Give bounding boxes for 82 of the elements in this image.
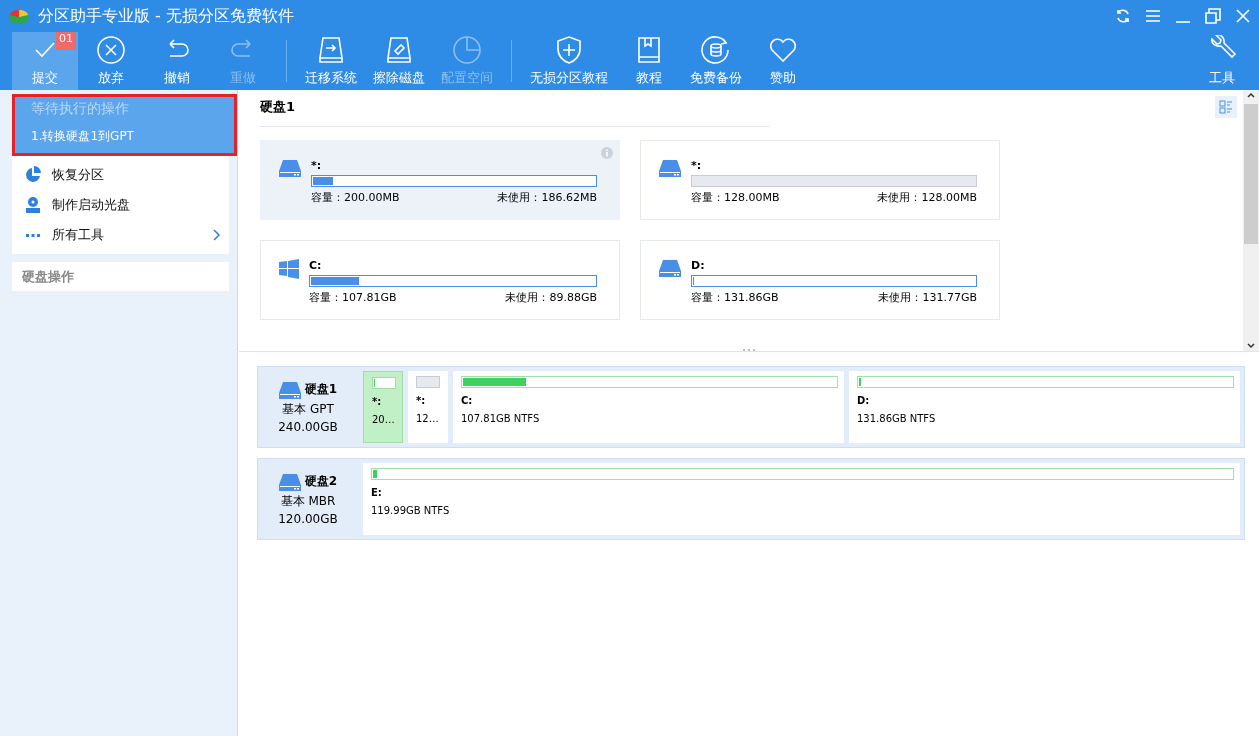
toolbar-button[interactable]: 撤销 <box>144 32 210 90</box>
partition-info: 119.99GB NTFS <box>371 505 451 516</box>
scroll-up-icon[interactable] <box>1246 90 1256 100</box>
toolbar-button[interactable]: 迁移系统 <box>297 32 365 90</box>
restore-icon[interactable] <box>1205 8 1221 24</box>
menu-icon[interactable] <box>1145 8 1161 24</box>
free-space-label: 未使用：186.62MB <box>497 190 597 205</box>
drive-arrow-icon <box>316 35 346 65</box>
windows-logo-icon <box>279 259 299 279</box>
pie-chart-icon <box>452 35 482 65</box>
toolbar-button[interactable]: 赞助 <box>750 32 816 90</box>
disk-type: 基本 GPT <box>282 400 334 418</box>
partition-info: 131.86GB NTFS <box>857 413 937 424</box>
partition-card[interactable]: D: 容量：131.86GB 未使用：131.77GB <box>640 240 1000 320</box>
more-icon <box>26 233 40 237</box>
partition-name: C: <box>461 395 474 406</box>
heart-icon <box>768 35 798 65</box>
free-space-label: 未使用：128.00MB <box>877 190 977 205</box>
partition-name: D: <box>691 259 706 272</box>
disk-name[interactable]: 硬盘1 <box>304 381 338 398</box>
info-icon[interactable] <box>601 147 613 159</box>
drive-icon <box>278 472 301 491</box>
partition-name: *: <box>691 159 703 172</box>
toolbar-button[interactable]: 擦除磁盘 <box>365 32 433 90</box>
toolbar-button[interactable]: 工具 <box>1189 32 1255 90</box>
usage-bar <box>416 376 440 388</box>
sidebar-item[interactable]: 恢复分区 <box>12 160 229 190</box>
capacity-label: 容量：200.00MB <box>311 190 400 205</box>
scrollbar[interactable] <box>1243 90 1259 351</box>
pie-chart-icon <box>24 166 42 184</box>
capacity-label: 容量：128.00MB <box>691 190 780 205</box>
partition-name: *: <box>372 396 383 407</box>
disc-drive-icon <box>24 196 42 214</box>
splitter-grip-icon[interactable] <box>742 348 756 352</box>
drive-icon <box>278 380 301 399</box>
partition-name: *: <box>416 395 427 406</box>
sidebar-item[interactable]: 所有工具 <box>12 220 229 250</box>
disk-size: 240.00GB <box>278 419 338 434</box>
sidebar-item[interactable]: 制作启动光盘 <box>12 190 229 220</box>
partition-name: D: <box>857 395 871 406</box>
partition-block[interactable]: C: 107.81GB NTFS <box>453 371 844 443</box>
partition-block[interactable]: E: 119.99GB NTFS <box>363 463 1240 535</box>
partition-info: 20… <box>372 414 396 425</box>
partition-info: 107.81GB NTFS <box>461 413 541 424</box>
cancel-icon <box>96 35 126 65</box>
toolbar-button[interactable]: 无损分区教程 <box>522 32 616 90</box>
free-space-label: 未使用：131.77GB <box>878 290 977 305</box>
partition-name: C: <box>309 259 323 272</box>
drive-icon <box>659 259 681 277</box>
partition-info: 12… <box>416 413 440 424</box>
close-icon[interactable] <box>1235 8 1251 24</box>
partition-name: *: <box>311 159 323 172</box>
app-logo-icon <box>8 7 30 25</box>
partition-block[interactable]: D: 131.86GB NTFS <box>849 371 1240 443</box>
refresh-icon[interactable] <box>1115 8 1131 24</box>
shield-icon <box>554 35 584 65</box>
partition-card[interactable]: *: 容量：200.00MB 未使用：186.62MB <box>260 140 620 220</box>
eraser-drive-icon <box>384 35 414 65</box>
disk-name[interactable]: 硬盘2 <box>304 473 338 490</box>
partition-block[interactable]: *: 20… <box>363 371 403 443</box>
disk-type: 基本 MBR <box>280 492 336 510</box>
partition-card[interactable]: *: 容量：128.00MB 未使用：128.00MB <box>640 140 1000 220</box>
panel-title: 等待执行的操作 <box>31 100 130 118</box>
window-title: 分区助手专业版 - 无损分区免费软件 <box>38 5 295 27</box>
free-space-label: 未使用：89.88GB <box>505 290 597 305</box>
disk-title: 硬盘1 <box>260 98 770 127</box>
capacity-label: 容量：107.81GB <box>309 290 397 305</box>
partition-name: E: <box>371 487 383 498</box>
toolbar-button[interactable]: 教程 <box>616 32 682 90</box>
section-header[interactable]: 硬盘操作 <box>12 262 229 291</box>
partition-card[interactable]: C: 容量：107.81GB 未使用：89.88GB <box>260 240 620 320</box>
drive-icon <box>659 159 681 177</box>
toolbar-button[interactable]: 免费备份 <box>682 32 750 90</box>
drive-icon <box>279 159 301 177</box>
count-badge: 01 <box>56 32 76 50</box>
list-view-icon[interactable] <box>1215 96 1237 118</box>
capacity-label: 容量：131.86GB <box>691 290 779 305</box>
toolbar-button[interactable]: 放弃 <box>78 32 144 90</box>
scroll-down-icon[interactable] <box>1246 341 1256 351</box>
partition-block[interactable]: *: 12… <box>408 371 448 443</box>
disk-size: 120.00GB <box>278 511 338 526</box>
backup-icon <box>701 35 731 65</box>
